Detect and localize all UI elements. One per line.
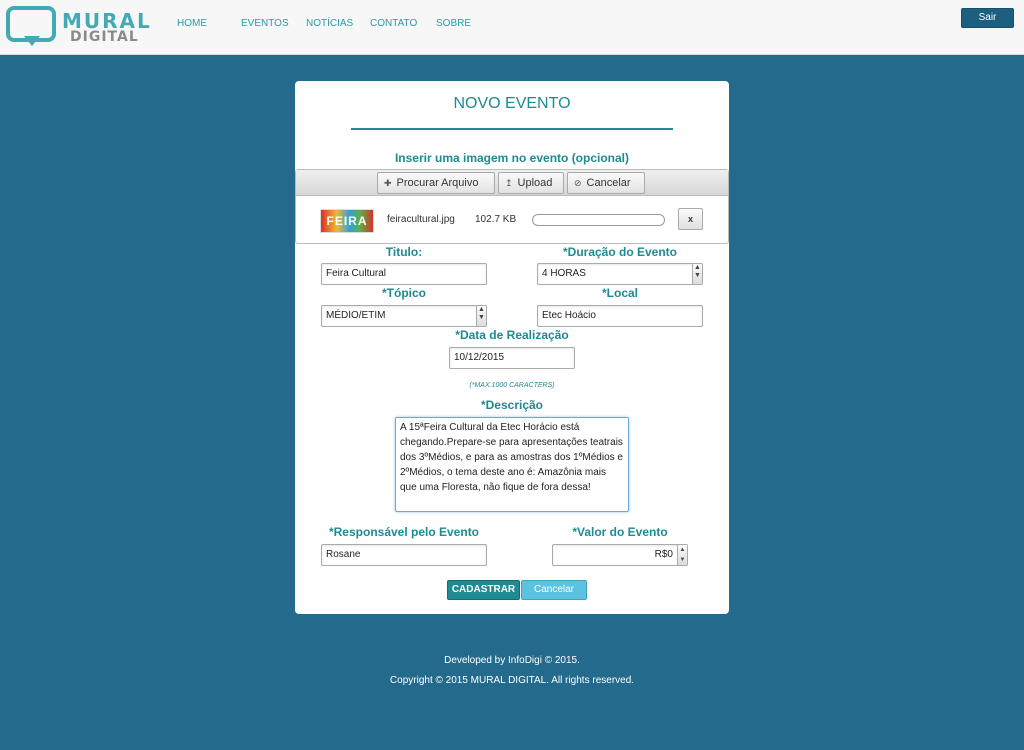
local-label: *Local — [601, 286, 638, 300]
nav-contato[interactable]: CONTATO — [370, 18, 417, 29]
cancel-button[interactable]: Cancelar — [521, 580, 587, 600]
upload-button[interactable]: ↥ Upload — [498, 172, 564, 194]
duracao-select[interactable]: 4 HORAS ▲ ▼ — [537, 263, 703, 285]
nav-home[interactable]: HOME — [177, 18, 207, 29]
file-size: 102.7 KB — [475, 214, 517, 225]
upload-cancel-button[interactable]: ⊘ Cancelar — [567, 172, 645, 194]
footer-credit: Developed by InfoDigi © 2015. — [444, 655, 580, 666]
logo-text-digital: DIGITAL — [70, 29, 139, 45]
descricao-label: *Descrição — [480, 398, 544, 412]
local-input[interactable]: Etec Hoácio — [537, 305, 703, 327]
uploader-toolbar: ✚ Procurar Arquivo ↥ Upload ⊘ Cancelar — [296, 170, 728, 196]
new-event-card: NOVO EVENTO Inserir uma imagem no evento… — [295, 81, 729, 614]
upload-label: Inserir uma imagem no evento (opcional) — [394, 151, 630, 165]
chevron-down-icon[interactable]: ▲ ▼ — [692, 264, 702, 284]
titulo-label: Titulo: — [385, 245, 423, 259]
titulo-input[interactable]: Feira Cultural — [321, 263, 487, 285]
upload-label-text: Upload — [517, 177, 553, 189]
close-icon: x — [687, 214, 693, 224]
file-name: feiracultural.jpg — [387, 214, 455, 225]
top-bar: MURAL DIGITAL HOME EVENTOS NOTÍCIAS CONT… — [0, 0, 1024, 55]
nav-noticias[interactable]: NOTÍCIAS — [306, 18, 353, 29]
file-thumbnail: FEIRA — [320, 209, 374, 233]
duracao-value: 4 HORAS — [542, 268, 586, 279]
cadastrar-button[interactable]: CADASTRAR — [447, 580, 520, 600]
page-title: NOVO EVENTO — [453, 95, 571, 112]
data-input[interactable]: 10/12/2015 — [449, 347, 575, 369]
footer-copyright: Copyright © 2015 MURAL DIGITAL. All righ… — [389, 675, 635, 686]
upload-cancel-label: Cancelar — [586, 177, 631, 189]
topico-label: *Tópico — [382, 286, 426, 300]
topico-select[interactable]: MÉDIO/ETIM ▲ ▼ — [321, 305, 487, 327]
browse-label: Procurar Arquivo — [396, 177, 479, 189]
logo[interactable]: MURAL DIGITAL — [6, 6, 150, 48]
upload-progress-bar — [532, 214, 665, 226]
nav-sobre[interactable]: SOBRE — [436, 18, 471, 29]
max-chars-note: (*MAX.1000 CARACTERS) — [469, 382, 555, 389]
number-spinner-icon[interactable]: ▲ ▼ — [677, 545, 687, 565]
duracao-label: *Duração do Evento — [562, 245, 678, 259]
data-label: *Data de Realização — [455, 328, 569, 342]
upload-arrow-icon: ↥ — [505, 178, 513, 188]
valor-value: R$0 — [654, 549, 673, 560]
title-divider — [351, 128, 673, 130]
valor-input[interactable]: R$0 ▲ ▼ — [552, 544, 688, 566]
responsavel-label: *Responsável pelo Evento — [328, 525, 480, 539]
valor-label: *Valor do Evento — [572, 525, 668, 539]
responsavel-input[interactable]: Rosane — [321, 544, 487, 566]
file-uploader: ✚ Procurar Arquivo ↥ Upload ⊘ Cancelar FEIR… — [295, 169, 729, 244]
remove-file-button[interactable]: x — [678, 208, 703, 230]
chevron-down-icon[interactable]: ▲ ▼ — [476, 306, 486, 326]
browse-button[interactable]: ✚ Procurar Arquivo — [377, 172, 495, 194]
cancel-circle-icon: ⊘ — [574, 178, 582, 188]
plus-icon: ✚ — [384, 178, 392, 188]
descricao-textarea[interactable]: A 15ªFeira Cultural da Etec Horácio está… — [395, 417, 629, 512]
nav-eventos[interactable]: EVENTOS — [241, 18, 289, 29]
speech-bubble-tail — [24, 36, 40, 46]
logout-button[interactable]: Sair — [961, 8, 1014, 28]
topico-value: MÉDIO/ETIM — [326, 310, 386, 321]
